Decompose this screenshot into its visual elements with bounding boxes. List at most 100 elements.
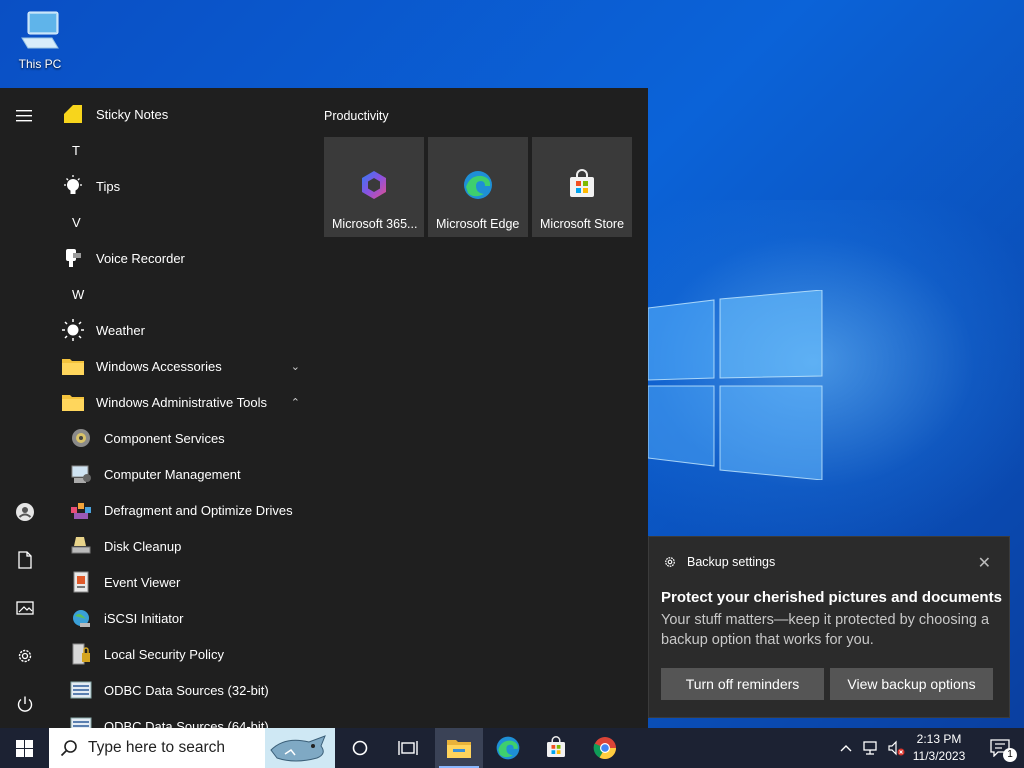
- app-item-label: Voice Recorder: [96, 250, 185, 266]
- odbc-icon: [70, 679, 92, 701]
- tile-label: Microsoft Edge: [436, 217, 520, 231]
- app-item-label: Tips: [96, 178, 121, 194]
- search-highlight-icon: [265, 728, 335, 768]
- app-item-label: ODBC Data Sources (32-bit): [104, 682, 269, 698]
- event-viewer-icon: [70, 571, 92, 593]
- app-item-label: Windows Accessories: [96, 358, 222, 374]
- component-services-icon: [70, 427, 92, 449]
- app-item-sticky-notes[interactable]: Sticky Notes: [62, 96, 310, 132]
- app-item-iscsi-initiator[interactable]: iSCSI Initiator: [70, 600, 310, 636]
- cortana-circle-icon: [352, 740, 368, 756]
- pictures-icon[interactable]: [9, 592, 41, 624]
- app-item-label: Event Viewer: [104, 574, 181, 590]
- app-item-label: ODBC Data Sources (64-bit): [104, 718, 269, 729]
- tile-microsoft-edge[interactable]: Microsoft Edge: [428, 137, 528, 237]
- documents-icon[interactable]: [9, 544, 41, 576]
- folder-icon: [62, 355, 84, 377]
- turn-off-reminders-button[interactable]: Turn off reminders: [661, 668, 824, 700]
- toast-body: Your stuff matters—keep it protected by …: [661, 612, 990, 648]
- microsoft-365-icon: [362, 171, 386, 199]
- this-pc-label: This PC: [18, 57, 62, 71]
- power-icon[interactable]: [9, 688, 41, 720]
- task-view-icon: [398, 741, 418, 755]
- toast-title: Protect your cherished pictures and docu…: [661, 589, 1002, 606]
- app-item-local-security-policy[interactable]: Local Security Policy: [70, 636, 310, 672]
- app-item-label: Component Services: [104, 430, 225, 446]
- folder-icon: [62, 391, 84, 413]
- app-item-odbc-64[interactable]: ODBC Data Sources (64-bit): [70, 708, 310, 728]
- toast-app-name: Backup settings: [687, 555, 776, 569]
- taskbar-microsoft-store[interactable]: [532, 728, 580, 768]
- app-item-component-services[interactable]: Component Services: [70, 420, 310, 456]
- odbc-icon: [70, 715, 92, 728]
- app-item-label: Sticky Notes: [96, 106, 169, 122]
- settings-gear-icon[interactable]: [9, 640, 41, 672]
- tile-label: Microsoft 365...: [332, 217, 418, 231]
- alpha-header-v[interactable]: V: [72, 205, 81, 241]
- app-item-label: Disk Cleanup: [104, 538, 182, 554]
- task-view-button[interactable]: [384, 728, 432, 768]
- chevron-down-icon[interactable]: ⌄: [291, 360, 300, 373]
- edge-icon: [464, 171, 492, 199]
- app-item-label: Defragment and Optimize Drives: [104, 502, 293, 518]
- app-item-voice-recorder[interactable]: Voice Recorder: [62, 240, 310, 276]
- cortana-button[interactable]: [336, 728, 384, 768]
- edge-icon: [496, 736, 520, 760]
- app-item-label: Local Security Policy: [104, 646, 224, 662]
- backup-toast: Backup settings ✕ Protect your cherished…: [648, 536, 1010, 718]
- disk-cleanup-icon: [70, 535, 92, 557]
- app-item-weather[interactable]: Weather: [62, 312, 310, 348]
- app-item-computer-management[interactable]: Computer Management: [70, 456, 310, 492]
- app-item-defragment[interactable]: Defragment and Optimize Drives: [70, 492, 310, 528]
- app-item-label: Computer Management: [104, 466, 241, 482]
- app-item-label: Windows Administrative Tools: [96, 394, 267, 410]
- clock-date: 11/3/2023: [912, 749, 966, 763]
- view-backup-options-button[interactable]: View backup options: [830, 668, 993, 700]
- tile-microsoft-365[interactable]: Microsoft 365...: [324, 137, 424, 237]
- app-item-odbc-32[interactable]: ODBC Data Sources (32-bit): [70, 672, 310, 708]
- tile-label: Microsoft Store: [540, 217, 625, 231]
- toast-header: Backup settings: [663, 555, 775, 569]
- chevron-up-icon[interactable]: ⌃: [291, 396, 300, 409]
- tiles-area: Productivity Microsoft 365... Microsoft …: [312, 88, 648, 728]
- app-item-disk-cleanup[interactable]: Disk Cleanup: [70, 528, 310, 564]
- taskbar-file-explorer[interactable]: [435, 728, 483, 768]
- clock[interactable]: 2:13 PM 11/3/2023: [908, 728, 970, 768]
- show-hidden-icons-chevron-up-icon[interactable]: [834, 728, 858, 768]
- app-item-label: iSCSI Initiator: [104, 610, 184, 626]
- start-button[interactable]: [0, 728, 48, 768]
- chrome-icon: [593, 737, 616, 759]
- hamburger-menu-icon[interactable]: [9, 100, 41, 132]
- folder-windows-accessories[interactable]: Windows Accessories ⌄: [62, 348, 310, 384]
- start-menu: Sticky Notes T Tips V Voice Recorder W W…: [0, 88, 648, 728]
- store-bag-icon: [547, 736, 565, 757]
- app-item-event-viewer[interactable]: Event Viewer: [70, 564, 310, 600]
- settings-gear-icon: [665, 557, 675, 567]
- start-rail: [0, 88, 50, 728]
- taskbar-chrome[interactable]: [581, 728, 629, 768]
- network-icon[interactable]: [858, 728, 884, 768]
- taskbar-edge[interactable]: [484, 728, 532, 768]
- alpha-header-t[interactable]: T: [72, 133, 80, 169]
- user-account-icon[interactable]: [9, 496, 41, 528]
- app-list: Sticky Notes T Tips V Voice Recorder W W…: [50, 88, 310, 728]
- notification-count-badge: 1: [1003, 748, 1017, 762]
- close-icon[interactable]: ✕: [978, 553, 991, 573]
- globe-icon: [70, 607, 92, 629]
- action-center-button[interactable]: 1: [976, 728, 1024, 768]
- volume-muted-icon[interactable]: [884, 728, 908, 768]
- file-explorer-icon: [447, 740, 471, 758]
- search-input[interactable]: Type here to search: [88, 739, 225, 757]
- alpha-header-w[interactable]: W: [72, 277, 84, 313]
- this-pc-desktop-icon[interactable]: This PC: [12, 8, 68, 71]
- search-box[interactable]: Type here to search: [49, 728, 335, 768]
- lightbulb-icon: [62, 175, 84, 197]
- tile-microsoft-store[interactable]: Microsoft Store: [532, 137, 632, 237]
- taskbar: Type here to search 2:13 PM 11/3/2023 1: [0, 728, 1024, 768]
- folder-windows-administrative-tools[interactable]: Windows Administrative Tools ⌃: [62, 384, 310, 420]
- app-item-tips[interactable]: Tips: [62, 168, 310, 204]
- windows-start-icon: [15, 739, 33, 757]
- computer-management-icon: [70, 463, 92, 485]
- tile-group-title[interactable]: Productivity: [324, 109, 389, 123]
- sun-icon: [62, 319, 84, 341]
